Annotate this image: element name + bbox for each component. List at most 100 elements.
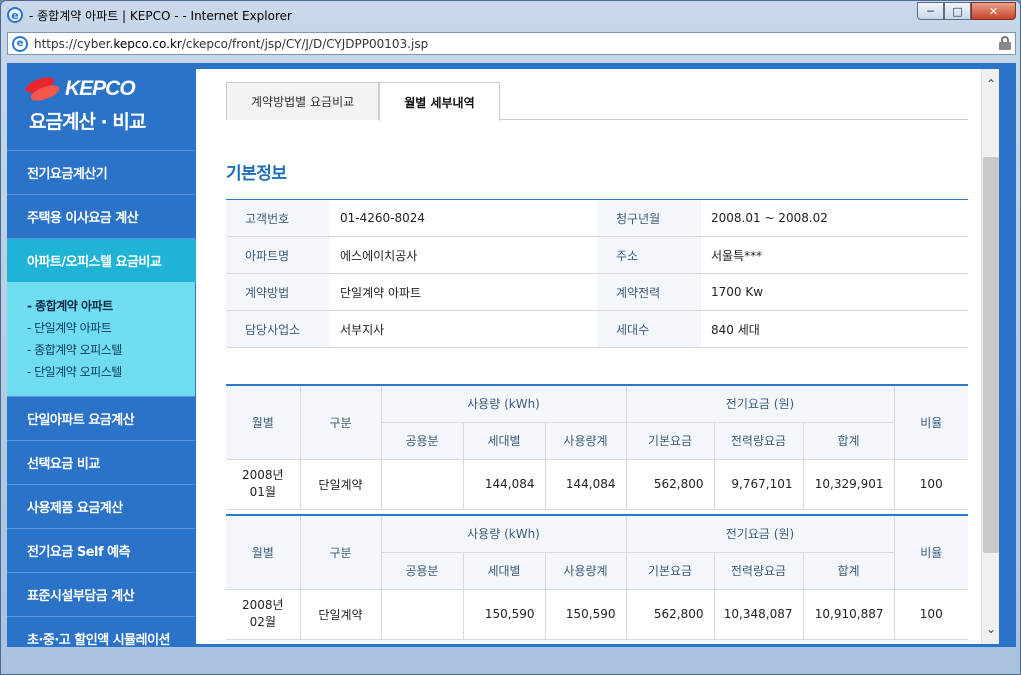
info-value: 2008.01 ~ 2008.02	[701, 199, 968, 237]
title-bar: e - 종합계약 아파트 | KEPCO - - Internet Explor…	[1, 1, 1021, 29]
col-header-household: 세대별	[462, 551, 546, 590]
address-url[interactable]: https://cyber.kepco.co.kr/ckepco/front/j…	[34, 37, 428, 51]
tab-contract-compare[interactable]: 계약방법별 요금비교	[226, 82, 380, 120]
info-value: 단일계약 아파트	[330, 273, 597, 311]
table-row: 2008년 02월 단일계약 150,590 150,590 562,800 10…	[226, 588, 968, 640]
cell-energy: 10,348,087	[713, 588, 804, 640]
info-label: 계약전력	[597, 273, 701, 311]
info-value: 에스에이치공사	[330, 236, 597, 274]
minimize-button[interactable]: ─	[917, 2, 944, 20]
subnav-item-integrated-apartment[interactable]: - 종합계약 아파트	[27, 294, 195, 316]
cell-month-value: 02월	[249, 615, 276, 629]
section-title: 기본정보	[226, 164, 287, 184]
col-header-common: 공용분	[381, 421, 464, 460]
url-domain: kepco.co.kr	[113, 36, 182, 51]
info-value: 1700 Kw	[701, 273, 968, 311]
table-row: 2008년 01월 단일계약 144,084 144,084 562,800 9,…	[226, 458, 968, 510]
col-header-household: 세대별	[462, 421, 546, 460]
col-header-month: 월별	[226, 384, 301, 460]
subnav-item-single-apartment[interactable]: - 단일계약 아파트	[27, 316, 195, 338]
cell-month: 2008년 01월	[226, 458, 301, 510]
scroll-up-icon[interactable]: ⌃	[982, 75, 1000, 93]
monthly-bill-table: 월별 구분 사용량 (kWh) 전기요금 (원) 비율 공용분 세대별 사용량계…	[226, 514, 968, 640]
info-row: 아파트명 에스에이치공사 주소 서울특***	[226, 236, 968, 274]
col-header-sum: 합계	[802, 551, 894, 590]
tab-monthly-detail[interactable]: 월별 세부내역	[379, 82, 500, 121]
info-row: 계약방법 단일계약 아파트 계약전력 1700 Kw	[226, 273, 968, 311]
cell-year: 2008년	[241, 598, 284, 612]
cell-month: 2008년 02월	[226, 588, 301, 640]
cell-year: 2008년	[241, 468, 284, 482]
nav-item-self-forecast[interactable]: 전기요금 Self 예측	[7, 528, 195, 572]
url-path: /ckepco/front/jsp/CY/J/D/CYJDPP00103.jsp	[181, 36, 429, 51]
col-header-month: 월별	[226, 514, 301, 590]
nav-item-single-apartment-calc[interactable]: 단일아파트 요금계산	[7, 396, 195, 440]
nav-item-optional-rate[interactable]: 선택요금 비교	[7, 440, 195, 484]
col-header-energy: 전력량요금	[713, 421, 804, 460]
info-row: 고객번호 01-4260-8024 청구년월 2008.01 ~ 2008.02	[226, 199, 968, 237]
nav-item-school-discount[interactable]: 초·중·고 할인액 시뮬레이션	[7, 616, 195, 660]
close-button[interactable]: ✕	[971, 2, 1016, 20]
address-bar[interactable]: e https://cyber.kepco.co.kr/ckepco/front…	[7, 32, 1016, 55]
col-header-usage: 사용량 (kWh)	[380, 514, 627, 553]
info-label: 주소	[597, 236, 701, 274]
cell-ratio: 100	[893, 588, 968, 640]
url-prefix: https://cyber.	[34, 36, 114, 51]
info-value: 840 세대	[701, 310, 968, 348]
info-label: 담당사업소	[226, 310, 330, 348]
col-header-charge: 전기요금 (원)	[625, 384, 895, 423]
col-header-usage: 사용량 (kWh)	[380, 384, 627, 423]
col-header-usage-total: 사용량계	[544, 421, 627, 460]
cell-sum: 10,329,901	[802, 458, 895, 510]
subnav-item-integrated-officetel[interactable]: - 종합계약 오피스텔	[27, 338, 195, 360]
lock-icon[interactable]	[999, 36, 1011, 50]
col-header-energy: 전력량요금	[713, 551, 804, 590]
logo-wordmark: KEPCO	[65, 77, 136, 100]
cell-common	[380, 458, 464, 510]
kepco-logo-icon	[23, 74, 62, 104]
col-header-common: 공용분	[381, 551, 464, 590]
cell-energy: 9,767,101	[713, 458, 804, 510]
col-header-basic: 기본요금	[625, 551, 715, 590]
info-label: 세대수	[597, 310, 701, 348]
cell-household: 150,590	[462, 588, 546, 640]
col-header-sum: 합계	[802, 421, 894, 460]
window-title: - 종합계약 아파트 | KEPCO - - Internet Explorer	[29, 8, 292, 23]
kepco-logo[interactable]: KEPCO	[23, 74, 136, 104]
cell-common	[380, 588, 464, 640]
monthly-bill-table: 월별 구분 사용량 (kWh) 전기요금 (원) 비율 공용분 세대별 사용량계…	[226, 384, 968, 510]
nav-item-appliance-calc[interactable]: 사용제품 요금계산	[7, 484, 195, 528]
vertical-scrollbar[interactable]: ⌃ ⌄	[981, 69, 999, 644]
nav-item-apartment-compare[interactable]: 아파트/오피스텔 요금비교	[7, 238, 216, 283]
subnav-item-single-officetel[interactable]: - 단일계약 오피스텔	[27, 360, 195, 382]
col-header-ratio: 비율	[893, 384, 968, 460]
cell-basic: 562,800	[625, 458, 715, 510]
col-header-charge: 전기요금 (원)	[625, 514, 895, 553]
browser-window: e - 종합계약 아파트 | KEPCO - - Internet Explor…	[0, 0, 1021, 675]
subnav: - 종합계약 아파트 - 단일계약 아파트 - 종합계약 오피스텔 - 단일계약…	[7, 282, 195, 396]
nav-item-facility-charge[interactable]: 표준시설부담금 계산	[7, 572, 195, 616]
col-header-basic: 기본요금	[625, 421, 715, 460]
window-controls: ─ □ ✕	[917, 2, 1016, 20]
main-panel: 계약방법별 요금비교 월별 세부내역 기본정보 고객번호 01-4260-802…	[196, 69, 999, 644]
info-label: 아파트명	[226, 236, 330, 274]
internet-explorer-icon: e	[7, 7, 23, 23]
cell-basic: 562,800	[625, 588, 715, 640]
page-icon: e	[12, 35, 28, 52]
page-content: KEPCO 요금계산 · 비교 전기요금계산기 주택용 이사요금 계산 아파트/…	[7, 63, 1016, 648]
cell-ratio: 100	[893, 458, 968, 510]
nav-item-electric-calculator[interactable]: 전기요금계산기	[7, 150, 195, 194]
info-label: 고객번호	[226, 199, 330, 237]
info-label: 계약방법	[226, 273, 330, 311]
sidebar-nav: 전기요금계산기 주택용 이사요금 계산 아파트/오피스텔 요금비교 - 종합계약…	[7, 150, 216, 660]
basic-info-table: 고객번호 01-4260-8024 청구년월 2008.01 ~ 2008.02…	[226, 199, 968, 348]
info-label: 청구년월	[597, 199, 701, 237]
maximize-button[interactable]: □	[944, 2, 971, 20]
cell-usage-total: 144,084	[544, 458, 627, 510]
tab-bar: 계약방법별 요금비교 월별 세부내역	[226, 82, 968, 121]
scroll-thumb[interactable]	[983, 157, 999, 553]
sidebar: KEPCO 요금계산 · 비교 전기요금계산기 주택용 이사요금 계산 아파트/…	[7, 63, 216, 648]
scroll-down-icon[interactable]: ⌄	[982, 620, 1000, 638]
info-value: 서울특***	[701, 236, 968, 274]
nav-item-moving-fee[interactable]: 주택용 이사요금 계산	[7, 194, 195, 238]
